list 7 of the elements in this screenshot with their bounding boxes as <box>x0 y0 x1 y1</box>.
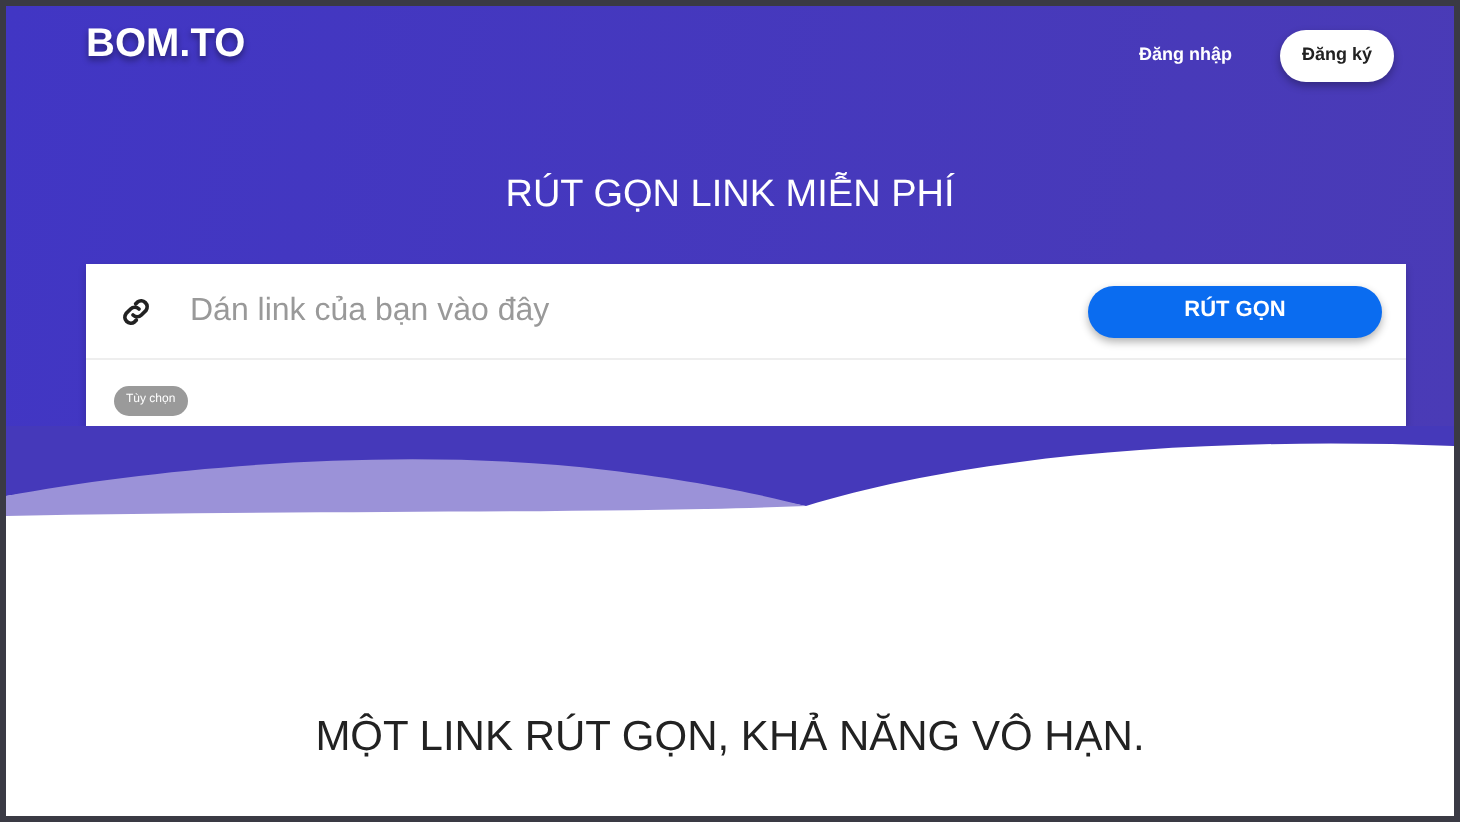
link-icon <box>118 293 154 329</box>
tagline: MỘT LINK RÚT GỌN, KHẢ NĂNG VÔ HẠN. <box>313 710 1147 764</box>
signup-button[interactable]: Đăng ký <box>1279 30 1394 81</box>
logo[interactable]: BOM.TO <box>86 6 246 74</box>
shorten-button[interactable]: RÚT GỌN <box>1088 285 1382 337</box>
login-link[interactable]: Đăng nhập <box>1138 42 1232 69</box>
hero-title: RÚT GỌN LINK MIỄN PHÍ <box>503 170 957 219</box>
